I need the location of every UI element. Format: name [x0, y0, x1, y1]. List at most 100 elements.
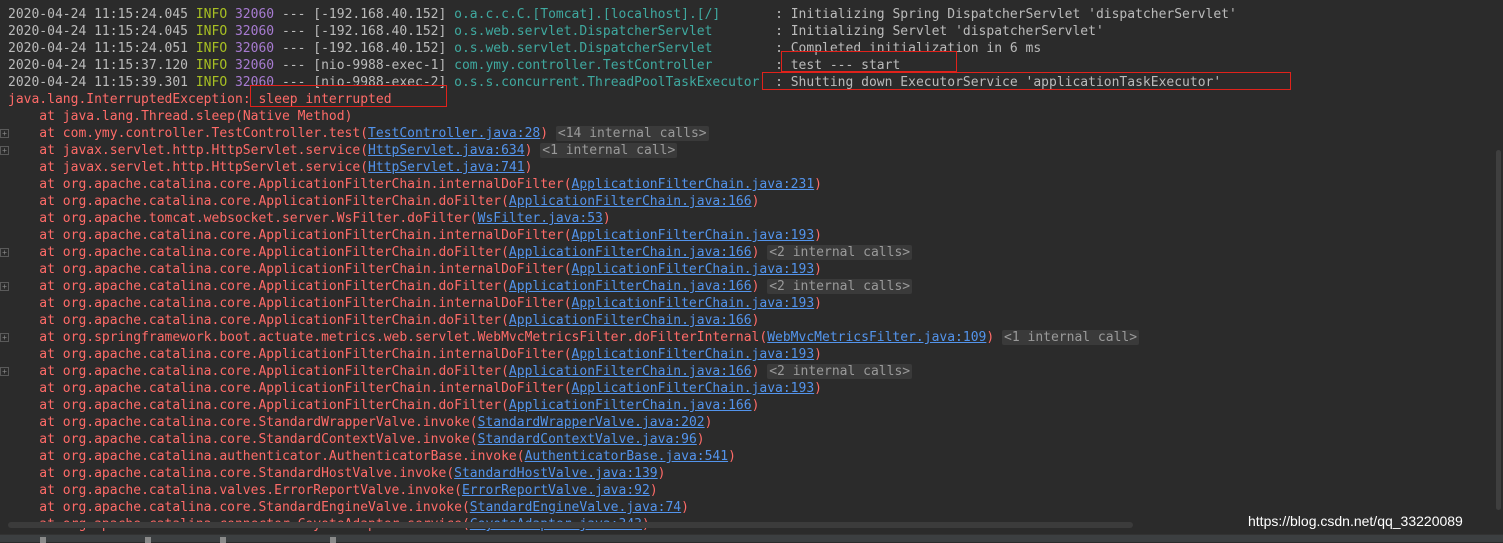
- internal-calls-badge[interactable]: <2 internal calls>: [767, 364, 913, 379]
- log-timestamp: 2020-04-24 11:15:37.120: [8, 58, 189, 73]
- log-pid: 32060: [234, 58, 275, 73]
- highlight-box-sleep-interrupted: [250, 85, 447, 107]
- watermark-text: https://blog.csdn.net/qq_33220089: [1248, 513, 1463, 529]
- stack-frame-prefix: at: [8, 466, 63, 481]
- stack-frame-prefix: at: [8, 449, 63, 464]
- internal-calls-badge[interactable]: <1 internal call>: [540, 143, 678, 158]
- vertical-scrollbar[interactable]: [1496, 150, 1501, 510]
- stack-frame-prefix: at: [8, 364, 63, 379]
- stack-frame-method: org.apache.catalina.authenticator.Authen…: [62, 449, 517, 464]
- stack-frame-source-link[interactable]: ApplicationFilterChain.java:193: [572, 381, 815, 396]
- console-output[interactable]: 2020-04-24 11:15:24.045 INFO 32060 --- […: [0, 0, 1503, 541]
- log-thread: [-192.168.40.152]: [313, 24, 447, 39]
- stack-frame-source-link[interactable]: HttpServlet.java:634: [368, 143, 525, 158]
- stack-frame-method: org.apache.catalina.core.StandardWrapper…: [62, 415, 470, 430]
- stack-frame-source-link[interactable]: WsFilter.java:53: [478, 211, 603, 226]
- stack-frame-prefix: at: [8, 262, 63, 277]
- stack-frame-line: at org.apache.catalina.core.ApplicationF…: [8, 313, 760, 328]
- log-separator: ---: [274, 58, 314, 73]
- stack-frame-line: at org.springframework.boot.actuate.metr…: [8, 330, 1140, 345]
- stack-frame-source-link[interactable]: ApplicationFilterChain.java:166: [509, 313, 752, 328]
- stack-frame-line: at org.apache.catalina.authenticator.Aut…: [8, 449, 736, 464]
- stack-frame-prefix: at: [8, 228, 63, 243]
- internal-calls-badge[interactable]: <2 internal calls>: [767, 279, 913, 294]
- stack-frame-source-link[interactable]: StandardEngineValve.java:74: [470, 500, 681, 515]
- log-logger: o.s.web.servlet.DispatcherServlet: [454, 41, 776, 56]
- stack-frame-line: at org.apache.catalina.core.ApplicationF…: [8, 228, 822, 243]
- stack-frame-prefix: at: [8, 177, 63, 192]
- stack-frame-source-link[interactable]: ApplicationFilterChain.java:166: [509, 194, 752, 209]
- stack-frame-source-link[interactable]: ApplicationFilterChain.java:193: [572, 296, 815, 311]
- stack-frame-source-link[interactable]: TestController.java:28: [368, 126, 540, 141]
- log-pid: 32060: [234, 7, 275, 22]
- highlight-box-test-start: [781, 51, 957, 72]
- stack-frame-prefix: at: [8, 483, 63, 498]
- stack-frame-source-link[interactable]: ErrorReportValve.java:92: [462, 483, 650, 498]
- stack-frame-method: org.apache.catalina.core.StandardEngineV…: [62, 500, 462, 515]
- stack-frame-source-link[interactable]: AuthenticatorBase.java:541: [525, 449, 729, 464]
- stack-frame-method: org.apache.catalina.core.ApplicationFilt…: [62, 279, 502, 294]
- stack-frame-source-link[interactable]: ApplicationFilterChain.java:166: [509, 398, 752, 413]
- stack-frame-prefix: at: [8, 279, 63, 294]
- stack-frame-line: at org.apache.catalina.core.ApplicationF…: [8, 177, 822, 192]
- stack-frame-method: org.apache.catalina.core.ApplicationFilt…: [62, 262, 564, 277]
- internal-calls-badge[interactable]: <14 internal calls>: [555, 126, 709, 141]
- stack-frame-line: at org.apache.catalina.core.ApplicationF…: [8, 296, 822, 311]
- stack-frame-source-link[interactable]: ApplicationFilterChain.java:166: [509, 245, 752, 260]
- stack-frame-source-link[interactable]: ApplicationFilterChain.java:231: [572, 177, 815, 192]
- horizontal-scrollbar[interactable]: [8, 522, 1133, 528]
- stack-frame-prefix: at: [8, 432, 63, 447]
- stack-frame-source-link[interactable]: WebMvcMetricsFilter.java:109: [767, 330, 986, 345]
- stack-frame-prefix: at: [8, 313, 63, 328]
- stack-frame-method: org.apache.catalina.core.ApplicationFilt…: [62, 347, 564, 362]
- stack-frame-prefix: at: [8, 194, 63, 209]
- stack-frame-source-link[interactable]: ApplicationFilterChain.java:166: [509, 364, 752, 379]
- log-logger: o.a.c.c.C.[Tomcat].[localhost].[/]: [454, 7, 776, 22]
- log-timestamp: 2020-04-24 11:15:24.045: [8, 7, 189, 22]
- stack-frame-method: org.apache.catalina.core.ApplicationFilt…: [62, 245, 502, 260]
- log-level: INFO: [195, 24, 228, 39]
- stack-frame-method: org.apache.catalina.core.ApplicationFilt…: [62, 177, 564, 192]
- stack-frame-method: org.apache.catalina.valves.ErrorReportVa…: [62, 483, 455, 498]
- stack-frame-method: org.apache.catalina.core.ApplicationFilt…: [62, 398, 502, 413]
- stack-frame-line: at javax.servlet.http.HttpServlet.servic…: [8, 143, 678, 158]
- stack-frame-method: org.apache.catalina.core.StandardHostVal…: [62, 466, 447, 481]
- stack-frame-source-link[interactable]: StandardWrapperValve.java:202: [478, 415, 705, 430]
- stack-frame-prefix: at: [8, 296, 63, 311]
- stack-frame-prefix: at: [8, 415, 63, 430]
- stack-frame-line: at org.apache.catalina.core.ApplicationF…: [8, 245, 913, 260]
- stack-frame-source-link[interactable]: StandardHostValve.java:139: [454, 466, 658, 481]
- stack-frame-source: Native Method: [242, 109, 345, 124]
- internal-calls-badge[interactable]: <1 internal call>: [1002, 330, 1140, 345]
- stack-frame-source-link[interactable]: StandardContextValve.java:96: [478, 432, 697, 447]
- stack-frame-line: at javax.servlet.http.HttpServlet.servic…: [8, 160, 533, 175]
- stack-frame-source-link[interactable]: ApplicationFilterChain.java:193: [572, 228, 815, 243]
- stack-frame-method: org.apache.catalina.core.ApplicationFilt…: [62, 296, 564, 311]
- log-thread: [nio-9988-exec-1]: [313, 58, 447, 73]
- stack-frame-line: at org.apache.catalina.core.ApplicationF…: [8, 347, 822, 362]
- stack-frame-line: at org.apache.catalina.core.StandardWrap…: [8, 415, 713, 430]
- stack-frame-method: org.springframework.boot.actuate.metrics…: [62, 330, 760, 345]
- stack-frame-method: java.lang.Thread.sleep: [62, 109, 235, 124]
- stack-frame-method: com.ymy.controller.TestController.test: [62, 126, 361, 141]
- log-level: INFO: [195, 7, 228, 22]
- stack-frame-source-link[interactable]: ApplicationFilterChain.java:193: [572, 262, 815, 277]
- stack-frame-line: at org.apache.catalina.core.StandardHost…: [8, 466, 666, 481]
- stack-frame-prefix: at: [8, 330, 63, 345]
- stack-frame-prefix: at: [8, 143, 63, 158]
- log-line: 2020-04-24 11:15:24.045 INFO 32060 --- […: [8, 23, 1104, 40]
- stack-frame-line: at org.apache.catalina.core.ApplicationF…: [8, 194, 760, 209]
- stack-frame-line: at org.apache.catalina.core.StandardCont…: [8, 432, 705, 447]
- log-timestamp: 2020-04-24 11:15:24.051: [8, 41, 189, 56]
- stack-frame-source-link[interactable]: HttpServlet.java:741: [368, 160, 525, 175]
- stack-frame-line: at java.lang.Thread.sleep(Native Method): [8, 109, 353, 124]
- stack-frame-source-link[interactable]: ApplicationFilterChain.java:193: [572, 347, 815, 362]
- log-level: INFO: [195, 41, 228, 56]
- log-logger: com.ymy.controller.TestController: [454, 58, 776, 73]
- internal-calls-badge[interactable]: <2 internal calls>: [767, 245, 913, 260]
- stack-frame-line: at org.apache.catalina.core.ApplicationF…: [8, 262, 822, 277]
- stack-frame-source-link[interactable]: ApplicationFilterChain.java:166: [509, 279, 752, 294]
- log-line: 2020-04-24 11:15:24.045 INFO 32060 --- […: [8, 6, 1237, 23]
- stack-frame-line: at org.apache.catalina.core.ApplicationF…: [8, 381, 822, 396]
- stack-frame-method: org.apache.catalina.core.ApplicationFilt…: [62, 228, 564, 243]
